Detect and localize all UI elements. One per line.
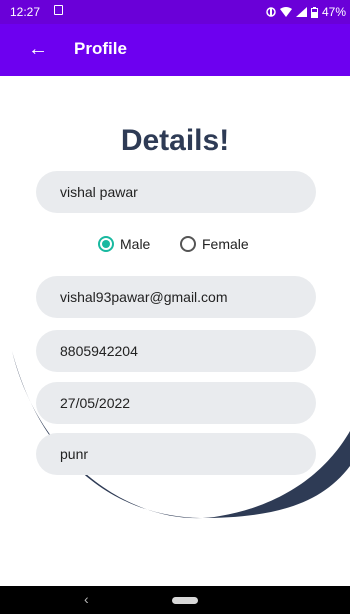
gender-radio-group: Male Female xyxy=(0,234,350,258)
battery-percent: 47% xyxy=(321,5,346,19)
details-heading: Details! xyxy=(120,124,230,157)
signal-icon xyxy=(295,7,307,17)
data-saver-icon xyxy=(266,7,276,17)
email-field[interactable]: vishal93pawar@gmail.com xyxy=(36,276,316,318)
wifi-icon xyxy=(279,7,292,17)
app-bar: ← Profile xyxy=(0,24,350,76)
phone-field[interactable]: 8805942204 xyxy=(36,330,316,372)
status-time: 12:27 xyxy=(10,5,41,19)
nav-back-icon[interactable]: ‹ xyxy=(84,591,89,607)
radio-unchecked-icon xyxy=(180,236,196,252)
date-field[interactable]: 27/05/2022 xyxy=(36,382,316,424)
radio-female[interactable]: Female xyxy=(180,236,249,252)
radio-male[interactable]: Male xyxy=(98,236,150,252)
arrow-back-icon[interactable]: ← xyxy=(28,37,48,61)
notification-icon xyxy=(54,5,63,15)
name-field[interactable]: vishal pawar xyxy=(36,171,316,213)
status-icons: 47% xyxy=(266,5,346,19)
system-nav-bar: ‹ xyxy=(0,586,350,614)
page-title: Profile xyxy=(74,39,127,58)
status-bar: 12:27 47% xyxy=(0,0,350,24)
battery-icon xyxy=(310,6,318,18)
radio-male-label: Male xyxy=(120,236,151,252)
city-field[interactable]: punr xyxy=(36,433,316,475)
nav-home-icon[interactable] xyxy=(172,597,198,604)
radio-female-label: Female xyxy=(202,236,249,252)
radio-checked-icon xyxy=(98,236,114,252)
